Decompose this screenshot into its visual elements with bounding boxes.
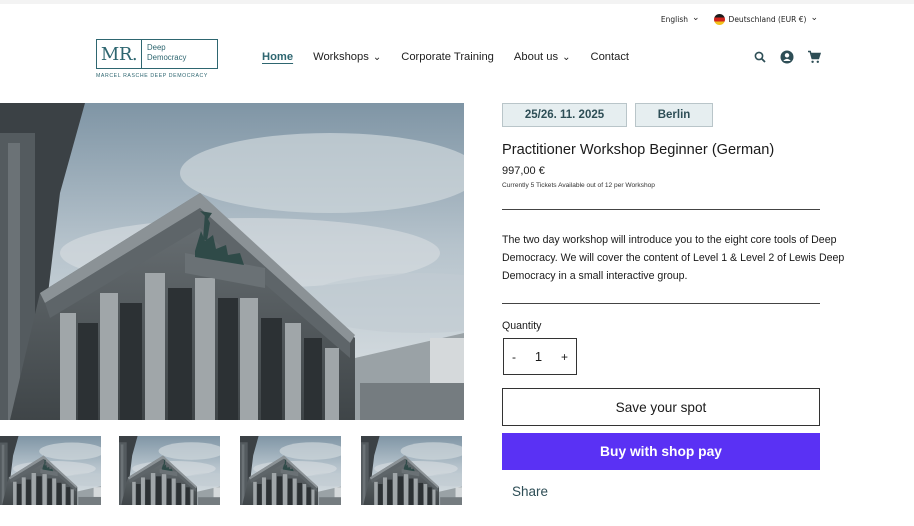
share-link[interactable]: Share [512, 484, 548, 499]
quantity-label: Quantity [502, 320, 542, 332]
product-main-image[interactable] [0, 103, 464, 420]
logo-box: MR. Deep Democracy [96, 39, 218, 69]
divider [502, 303, 820, 304]
product-thumbnail[interactable] [240, 436, 341, 505]
logo-tagline: MARCEL RASCHE DEEP DEMOCRACY [96, 73, 208, 79]
quantity-decrease-button[interactable]: - [512, 350, 516, 364]
thumbnail-photo [240, 436, 341, 505]
chevron-down-icon: ⌄ [810, 13, 818, 23]
thumbnail-photo [361, 436, 462, 505]
brandenburg-gate-photo [0, 103, 464, 420]
chevron-down-icon: ⌄ [562, 51, 571, 63]
logo-mark: MR. [97, 40, 142, 68]
product-price: 997,00 € [502, 165, 545, 177]
cart-icon[interactable] [806, 49, 822, 65]
logo-line-1: Deep [147, 43, 166, 52]
chevron-down-icon: ⌄ [692, 13, 700, 23]
germany-flag-icon [713, 14, 725, 25]
language-label: English [660, 15, 688, 24]
nav-label: Home [262, 51, 294, 63]
product-title: Practitioner Workshop Beginner (German) [502, 142, 775, 158]
logo-wordmark: Deep Democracy [142, 40, 186, 68]
product-thumbnail[interactable] [361, 436, 462, 505]
logo-line-2: Democracy [147, 53, 187, 62]
utility-bar: English ⌄ Deutschland (EUR €) ⌄ [661, 14, 818, 25]
nav-item-workshops[interactable]: Workshops ⌄ [313, 51, 381, 63]
product-description: The two day workshop will introduce you … [502, 234, 845, 282]
quantity-stepper: - 1 + [503, 338, 577, 375]
location-tag: Berlin [635, 103, 713, 127]
save-your-spot-button[interactable]: Save your spot [502, 388, 820, 426]
product-thumbnail[interactable] [0, 436, 101, 505]
currency-selector[interactable]: Deutschland (EUR €) ⌄ [713, 13, 818, 25]
thumbnail-photo [0, 436, 101, 505]
chevron-down-icon: ⌄ [372, 51, 382, 63]
quantity-value[interactable]: 1 [535, 349, 542, 364]
language-selector[interactable]: English ⌄ [660, 13, 700, 25]
nav-item-corporate-training[interactable]: Corporate Training [401, 51, 494, 63]
nav-label: Contact [590, 51, 630, 63]
nav-label: Workshops [313, 51, 369, 63]
nav-item-about-us[interactable]: About us ⌄ [514, 51, 571, 63]
product-thumbnail[interactable] [119, 436, 220, 505]
nav-label: Corporate Training [401, 51, 494, 63]
date-tag: 25/26. 11. 2025 [502, 103, 627, 127]
site-logo[interactable]: MR. Deep Democracy MARCEL RASCHE DEEP DE… [96, 39, 218, 79]
buy-with-shop-pay-button[interactable]: Buy with shop pay [502, 433, 820, 470]
nav-item-home[interactable]: Home [262, 51, 293, 63]
divider [502, 209, 820, 210]
main-nav: Home Workshops ⌄ Corporate Training Abou… [262, 51, 629, 63]
top-strip [0, 0, 914, 4]
nav-item-contact[interactable]: Contact [590, 51, 629, 63]
thumbnail-photo [119, 436, 220, 505]
availability-text: Currently 5 Tickets Available out of 12 … [502, 182, 655, 189]
account-icon[interactable] [779, 49, 795, 65]
quantity-increase-button[interactable]: + [561, 350, 568, 364]
search-icon[interactable] [752, 49, 768, 65]
nav-label: About us [513, 51, 559, 63]
header-icons [752, 49, 822, 65]
currency-label: Deutschland (EUR €) [728, 15, 807, 24]
